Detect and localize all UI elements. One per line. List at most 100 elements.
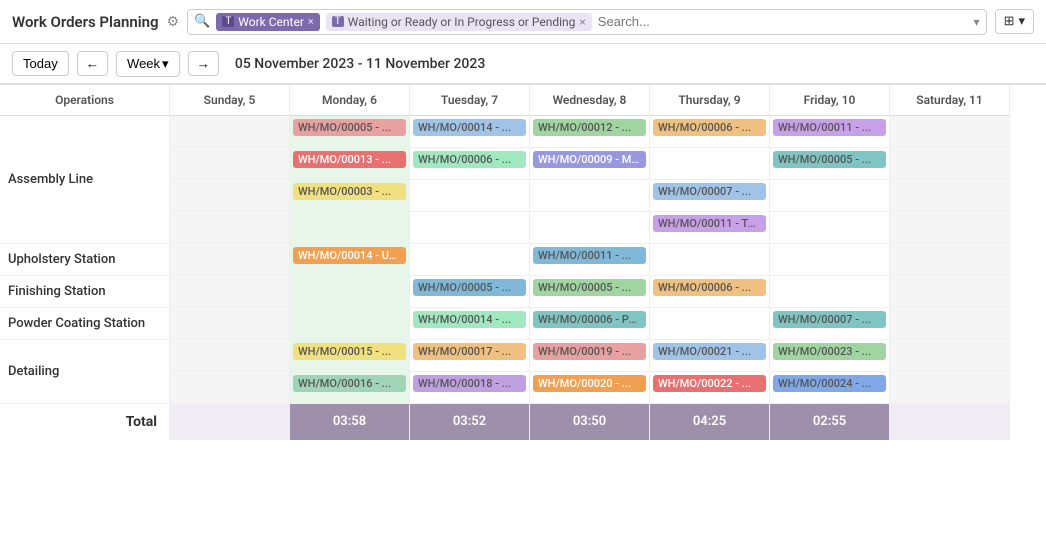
total-wed: 03:50 — [530, 404, 650, 440]
header-sunday: Sunday, 5 — [170, 85, 290, 116]
search-icon: 🔍 — [194, 14, 210, 29]
cal-powder-tue: WH/MO/00014 - ... — [410, 308, 530, 340]
cal-finishing-sun — [170, 276, 290, 308]
section-detailing: Detailing — [0, 340, 170, 404]
chip-wh-mo-00012-wed[interactable]: WH/MO/00012 - ... — [533, 119, 646, 136]
filter-tag-close[interactable]: × — [308, 15, 314, 28]
cal-detailing-sun-2 — [170, 372, 290, 404]
cal-assembly-tue-1: WH/MO/00014 - ... — [410, 116, 530, 148]
chip-wh-mo-00019-wed[interactable]: WH/MO/00019 - ... — [533, 343, 646, 360]
cal-detailing-mon-1: WH/MO/00015 - ... — [290, 340, 410, 372]
cal-upholstery-mon: WH/MO/00014 - Upholster cushion — [290, 244, 410, 276]
cal-assembly-sun-1 — [170, 116, 290, 148]
cal-assembly-mon-4 — [290, 212, 410, 244]
chip-wh-mo-00005-fri2[interactable]: WH/MO/00005 - ... — [773, 151, 886, 168]
cal-powder-thu — [650, 308, 770, 340]
chip-wh-mo-00023-fri[interactable]: WH/MO/00023 - ... — [773, 343, 886, 360]
chip-wh-mo-00013-mon[interactable]: WH/MO/00013 - ... — [293, 151, 406, 168]
cal-assembly-sun-4 — [170, 212, 290, 244]
cal-detailing-thu-2: WH/MO/00022 - ... — [650, 372, 770, 404]
chip-wh-mo-00017-tue[interactable]: WH/MO/00017 - ... — [413, 343, 526, 360]
cal-finishing-tue: WH/MO/00005 - ... — [410, 276, 530, 308]
chip-wh-mo-00006-finishing-thu[interactable]: WH/MO/00006 - ... — [653, 279, 766, 296]
chip-wh-mo-00021-thu[interactable]: WH/MO/00021 - ... — [653, 343, 766, 360]
today-button[interactable]: Today — [12, 51, 69, 76]
cal-detailing-wed-1: WH/MO/00019 - ... — [530, 340, 650, 372]
chip-wh-mo-00014-powder-tue[interactable]: WH/MO/00014 - ... — [413, 311, 526, 328]
total-mon: 03:58 — [290, 404, 410, 440]
total-label: Total — [0, 404, 170, 440]
cal-detailing-wed-2: WH/MO/00020 - ... — [530, 372, 650, 404]
view-icon: ⊞ — [1004, 14, 1015, 29]
chip-wh-mo-00020-wed[interactable]: WH/MO/00020 - ... — [533, 375, 646, 392]
chip-wh-mo-00006-thu[interactable]: WH/MO/00006 - ... — [653, 119, 766, 136]
section-finishing: Finishing Station — [0, 276, 170, 308]
view-toggle[interactable]: ⊞ ▾ — [995, 9, 1034, 34]
topbar: Work Orders Planning ⚙ 🔍 T Work Center ×… — [0, 0, 1046, 44]
chip-wh-mo-00009-wed[interactable]: WH/MO/00009 - Manual Assembly — [533, 151, 646, 168]
search-dropdown-arrow[interactable]: ▾ — [974, 15, 980, 29]
chip-wh-mo-00014-tue[interactable]: WH/MO/00014 - ... — [413, 119, 526, 136]
cal-powder-sun — [170, 308, 290, 340]
gear-icon[interactable]: ⚙ — [167, 14, 180, 30]
cal-detailing-fri-1: WH/MO/00023 - ... — [770, 340, 890, 372]
week-button[interactable]: Week ▾ — [116, 51, 180, 77]
total-fri: 02:55 — [770, 404, 890, 440]
navbar: Today ← Week ▾ → 05 November 2023 - 11 N… — [0, 44, 1046, 84]
next-button[interactable]: → — [188, 51, 219, 76]
header-tuesday: Tuesday, 7 — [410, 85, 530, 116]
chip-wh-mo-00011-fri[interactable]: WH/MO/00011 - ... — [773, 119, 886, 136]
section-upholstery: Upholstery Station — [0, 244, 170, 276]
cal-assembly-thu-3: WH/MO/00007 - ... — [650, 180, 770, 212]
cal-finishing-fri — [770, 276, 890, 308]
chip-wh-mo-00005-finishing-tue[interactable]: WH/MO/00005 - ... — [413, 279, 526, 296]
search-bar: 🔍 T Work Center × T Waiting or Ready or … — [187, 9, 986, 35]
cal-assembly-mon-1: WH/MO/00005 - ... — [290, 116, 410, 148]
chip-wh-mo-00014-upholstery[interactable]: WH/MO/00014 - Upholster cushion — [293, 247, 406, 264]
header-monday: Monday, 6 — [290, 85, 410, 116]
cal-finishing-sat — [890, 276, 1010, 308]
cal-detailing-tue-2: WH/MO/00018 - ... — [410, 372, 530, 404]
total-thu: 04:25 — [650, 404, 770, 440]
chip-wh-mo-00022-thu[interactable]: WH/MO/00022 - ... — [653, 375, 766, 392]
chip-wh-mo-00011-upholstery-wed[interactable]: WH/MO/00011 - ... — [533, 247, 646, 264]
chip-wh-mo-00015-mon[interactable]: WH/MO/00015 - ... — [293, 343, 406, 360]
chip-wh-mo-00005-finishing-wed[interactable]: WH/MO/00005 - ... — [533, 279, 646, 296]
chip-wh-mo-00006-powder-wed[interactable]: WH/MO/00006 - Powder coat base — [533, 311, 646, 328]
chip-wh-mo-00016-mon[interactable]: WH/MO/00016 - ... — [293, 375, 406, 392]
section-powder-coating: Powder Coating Station — [0, 308, 170, 340]
chip-wh-mo-00024-fri[interactable]: WH/MO/00024 - ... — [773, 375, 886, 392]
cal-assembly-fri-3 — [770, 180, 890, 212]
cal-powder-fri: WH/MO/00007 - ... — [770, 308, 890, 340]
cal-assembly-sat-3 — [890, 180, 1010, 212]
cal-finishing-thu: WH/MO/00006 - ... — [650, 276, 770, 308]
chip-wh-mo-00003-mon[interactable]: WH/MO/00003 - ... — [293, 183, 406, 200]
total-sat — [890, 404, 1010, 440]
cal-assembly-mon-2: WH/MO/00013 - ... — [290, 148, 410, 180]
calendar-wrapper: Operations Sunday, 5 Monday, 6 Tuesday, … — [0, 84, 1046, 559]
chip-wh-mo-00006-tue[interactable]: WH/MO/00006 - ... — [413, 151, 526, 168]
cal-detailing-tue-1: WH/MO/00017 - ... — [410, 340, 530, 372]
cal-detailing-thu-1: WH/MO/00021 - ... — [650, 340, 770, 372]
prev-button[interactable]: ← — [77, 51, 108, 76]
cal-assembly-mon-3: WH/MO/00003 - ... — [290, 180, 410, 212]
search-input[interactable] — [598, 14, 964, 29]
chip-wh-mo-00011-testing-thu[interactable]: WH/MO/00011 - Testing — [653, 215, 766, 232]
header-friday: Friday, 10 — [770, 85, 890, 116]
filter-status-icon: T — [332, 16, 344, 27]
app-container: Work Orders Planning ⚙ 🔍 T Work Center ×… — [0, 0, 1046, 559]
section-assembly-line: Assembly Line — [0, 116, 170, 244]
cal-detailing-fri-2: WH/MO/00024 - ... — [770, 372, 890, 404]
cal-assembly-thu-1: WH/MO/00006 - ... — [650, 116, 770, 148]
date-range: 05 November 2023 - 11 November 2023 — [235, 56, 485, 72]
chip-wh-mo-00018-tue[interactable]: WH/MO/00018 - ... — [413, 375, 526, 392]
cal-assembly-fri-4 — [770, 212, 890, 244]
status-filter-tag[interactable]: T Waiting or Ready or In Progress or Pen… — [326, 13, 592, 31]
work-center-filter-tag[interactable]: T Work Center × — [216, 13, 319, 31]
chip-wh-mo-00007-thu[interactable]: WH/MO/00007 - ... — [653, 183, 766, 200]
chip-wh-mo-00007-powder-fri[interactable]: WH/MO/00007 - ... — [773, 311, 886, 328]
filter-status-close[interactable]: × — [579, 15, 585, 29]
cal-powder-mon — [290, 308, 410, 340]
chip-wh-mo-00005-mon[interactable]: WH/MO/00005 - ... — [293, 119, 406, 136]
calendar-grid: Operations Sunday, 5 Monday, 6 Tuesday, … — [0, 84, 1046, 440]
